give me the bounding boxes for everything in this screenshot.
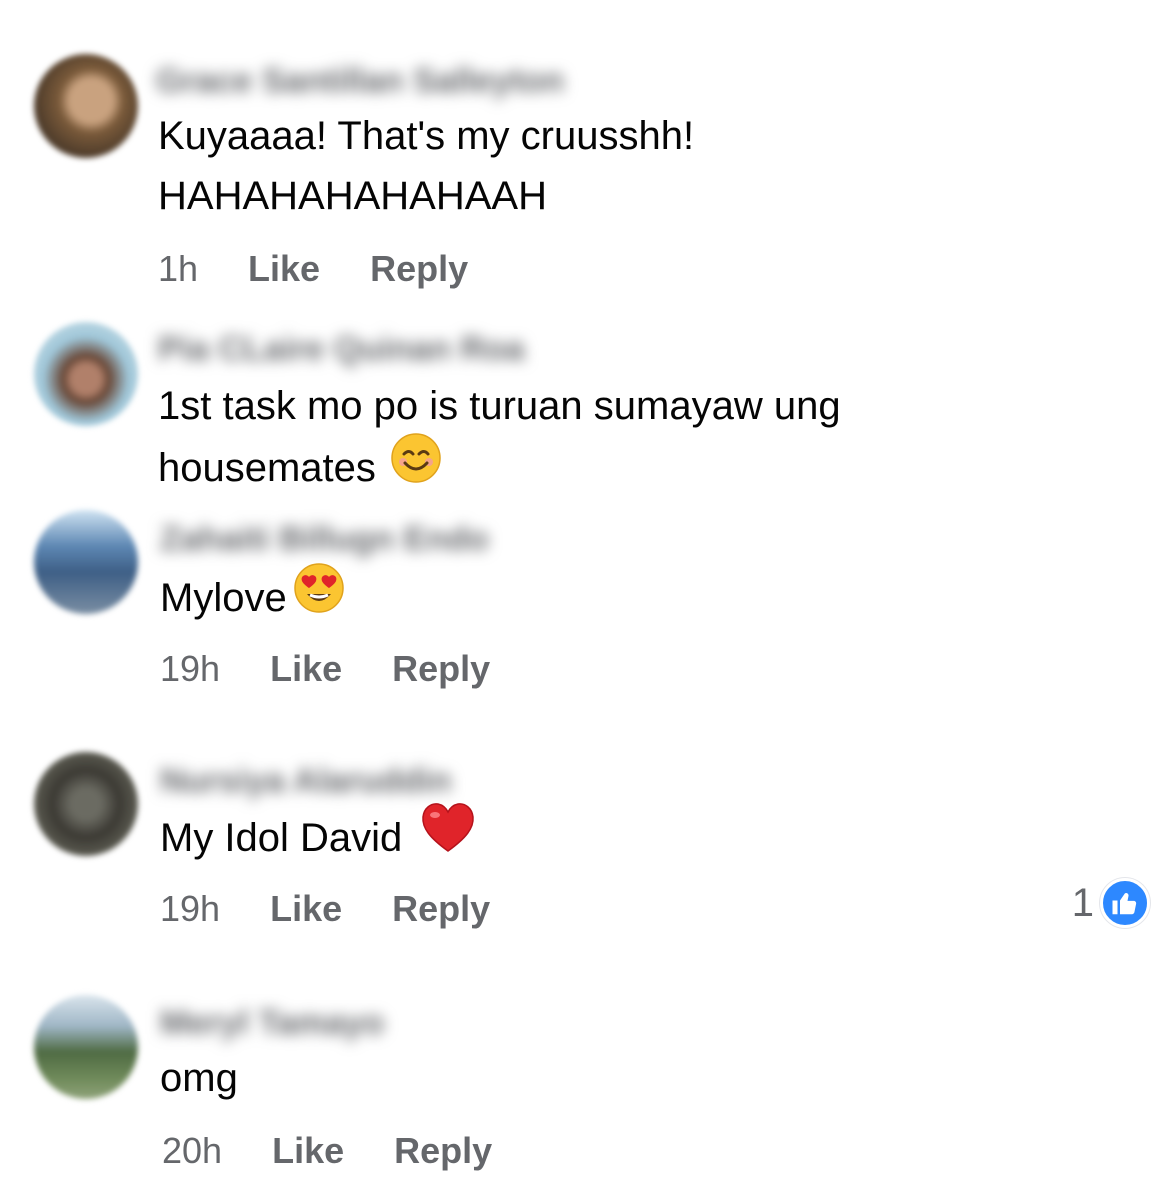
reply-button[interactable]: Reply (392, 648, 490, 690)
comment-actions: 19h Like Reply (160, 648, 490, 690)
like-button[interactable]: Like (270, 648, 342, 690)
avatar[interactable] (34, 54, 138, 158)
reply-button[interactable]: Reply (394, 1130, 492, 1172)
avatar[interactable] (34, 322, 138, 426)
like-button[interactable]: Like (270, 888, 342, 930)
comment-text-line-2: housemates (158, 433, 442, 505)
comment-text: My Idol David (160, 816, 403, 861)
comment-timestamp[interactable]: 19h (160, 888, 220, 930)
thumbs-up-icon (1100, 878, 1150, 928)
reply-button[interactable]: Reply (392, 888, 490, 930)
comment-actions: 19h Like Reply (160, 888, 490, 930)
comment-author-name[interactable]: Grace Santillan Salleyton (156, 62, 564, 102)
comment-text-line-1: My Idol David (160, 803, 476, 875)
comment-text-line-1: Kuyaaaa! That's my cruusshh! (158, 114, 695, 158)
smiling-face-icon (390, 432, 442, 501)
comment-timestamp[interactable]: 20h (162, 1130, 222, 1172)
red-heart-icon (420, 802, 476, 871)
comment-actions: 1h Like Reply (158, 248, 468, 290)
comment-text-line-1: omg (160, 1056, 238, 1100)
like-button[interactable]: Like (272, 1130, 344, 1172)
comment-author-name[interactable]: Meryl Tamayo (160, 1004, 384, 1044)
comment-timestamp[interactable]: 19h (160, 648, 220, 690)
reaction-count-number: 1 (1071, 880, 1094, 925)
comment-author-name[interactable]: Nursiya Alaruddin (160, 762, 452, 802)
comment-text-line-1: 1st task mo po is turuan sumayaw ung (158, 384, 841, 428)
comment-text-line-2: HAHAHAHAHAHAAH (158, 174, 547, 218)
like-button[interactable]: Like (248, 248, 320, 290)
comment-author-name[interactable]: Zahaiti Billugn Endo (160, 520, 489, 560)
comment-text: housemates (158, 446, 376, 491)
comment-timestamp[interactable]: 1h (158, 248, 198, 290)
comment-actions: 20h Like Reply (162, 1130, 492, 1172)
comment-text: Mylove (160, 576, 287, 621)
comment-author-name[interactable]: Pia CLaire Quinan Roa (158, 330, 525, 370)
heart-eyes-icon (293, 562, 345, 631)
avatar[interactable] (34, 510, 138, 614)
avatar[interactable] (34, 752, 138, 856)
reaction-count[interactable]: 1 (1072, 878, 1150, 928)
avatar[interactable] (34, 995, 138, 1099)
comment-text-line-1: Mylove (160, 563, 345, 635)
reply-button[interactable]: Reply (370, 248, 468, 290)
